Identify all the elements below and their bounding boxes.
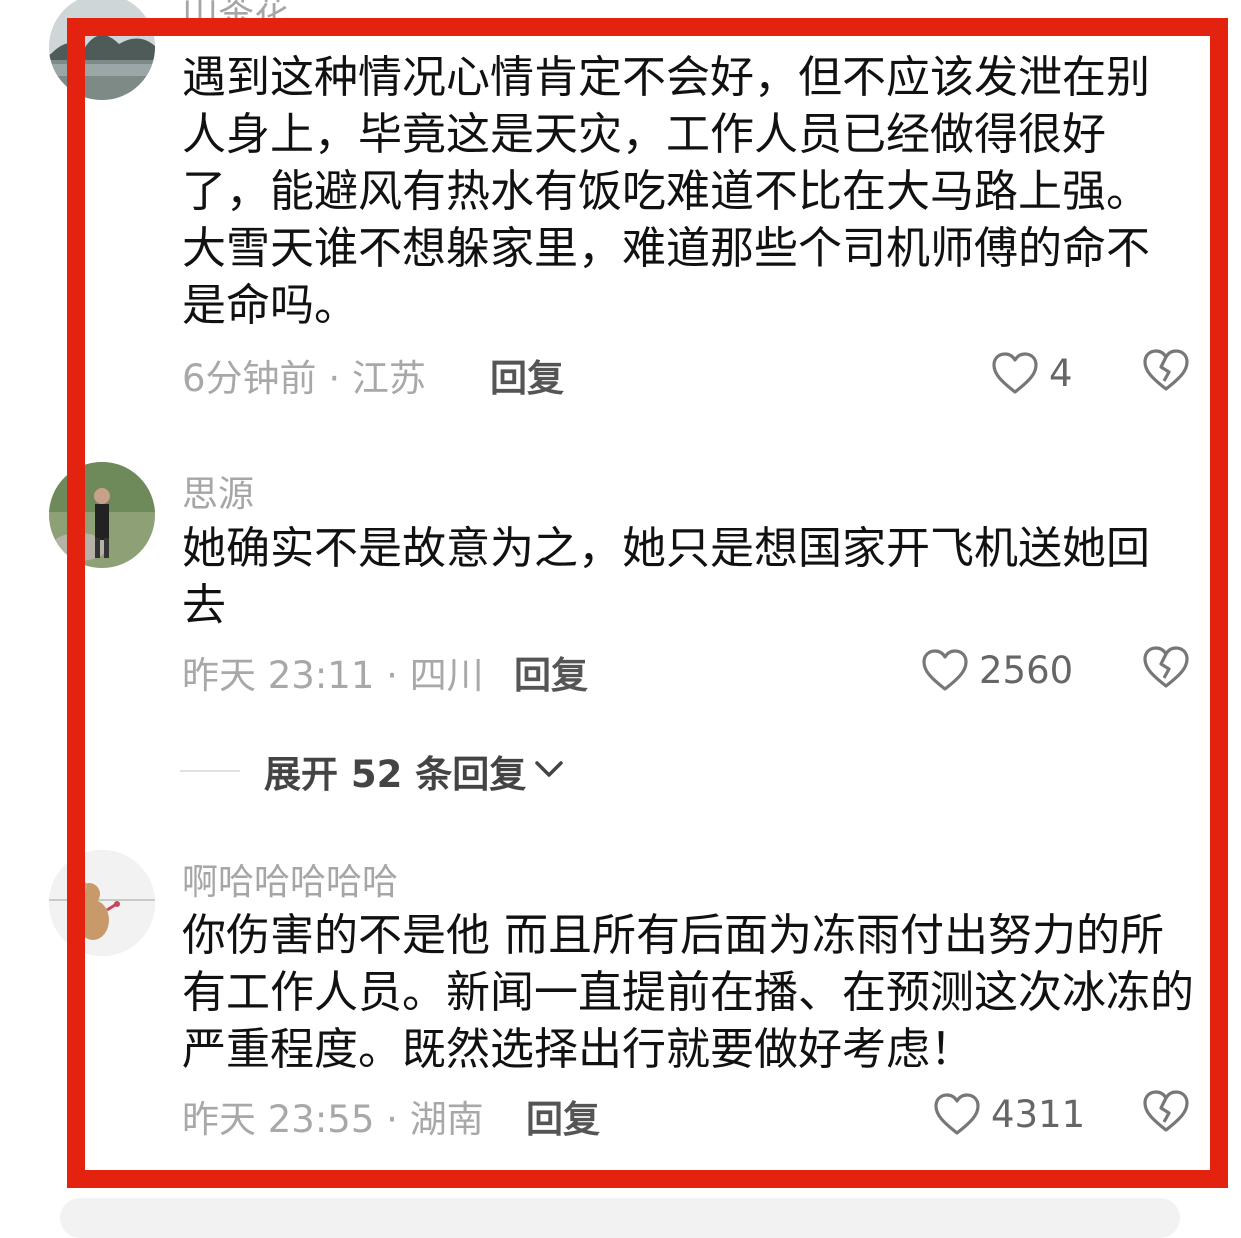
location: 江苏 <box>351 357 426 400</box>
timestamp: 昨天 23:11 <box>182 654 375 697</box>
like-button[interactable]: 4311 <box>933 1089 1085 1139</box>
avatar[interactable] <box>49 850 155 956</box>
like-count: 2560 <box>979 648 1074 692</box>
broken-heart-icon <box>1142 645 1192 689</box>
username[interactable]: 啊哈哈哈哈哈 <box>182 853 398 905</box>
comment-input-bar[interactable] <box>60 1198 1180 1238</box>
location: 湖南 <box>409 1098 484 1141</box>
avatar[interactable] <box>49 462 155 568</box>
username[interactable]: 思源 <box>182 465 254 517</box>
username[interactable]: 山茶花 <box>182 0 290 34</box>
meta-separator: · <box>386 1098 398 1141</box>
divider <box>180 770 240 772</box>
timestamp: 昨天 23:55 <box>182 1098 375 1141</box>
heart-outline-icon <box>991 351 1039 395</box>
like-button[interactable]: 4 <box>991 348 1073 398</box>
meta-separator: · <box>328 357 341 400</box>
dislike-button[interactable] <box>1142 645 1192 695</box>
comment-text: 你伤害的不是他 而且所有后面为冻雨付出努力的所有工作人员。新闻一直提前在播、在预… <box>182 910 1194 1075</box>
comment-meta: 昨天 23:55 · 湖南 回复 <box>182 1089 600 1141</box>
broken-heart-icon <box>1142 1089 1192 1133</box>
reply-button[interactable]: 回复 <box>490 348 564 402</box>
location: 四川 <box>409 654 484 697</box>
comment-text: 遇到这种情况心情肯定不会好，但不应该发泄在别人身上，毕竟这是天灾，工作人员已经做… <box>182 52 1150 331</box>
broken-heart-icon <box>1142 348 1192 392</box>
like-count: 4311 <box>991 1092 1086 1136</box>
expand-replies-label: 展开 52 条回复 <box>264 753 527 796</box>
comment-text: 她确实不是故意为之，她只是想国家开飞机送她回去 <box>182 523 1150 631</box>
reply-button[interactable]: 回复 <box>526 1089 600 1143</box>
comment-meta: 昨天 23:11 · 四川 回复 <box>182 645 588 697</box>
meta-separator: · <box>386 654 398 697</box>
like-button[interactable]: 2560 <box>921 645 1073 695</box>
dislike-button[interactable] <box>1142 1089 1192 1139</box>
heart-outline-icon <box>933 1092 981 1136</box>
timestamp: 6分钟前 <box>182 357 317 400</box>
reply-button[interactable]: 回复 <box>514 645 588 699</box>
chevron-down-icon <box>534 759 564 783</box>
expand-replies-button[interactable]: 展开 52 条回复 <box>180 746 564 796</box>
like-count: 4 <box>1049 351 1073 395</box>
dislike-button[interactable] <box>1142 348 1192 398</box>
heart-outline-icon <box>921 648 969 692</box>
avatar[interactable] <box>49 0 155 100</box>
comment-meta: 6分钟前 · 江苏 回复 <box>182 348 564 400</box>
